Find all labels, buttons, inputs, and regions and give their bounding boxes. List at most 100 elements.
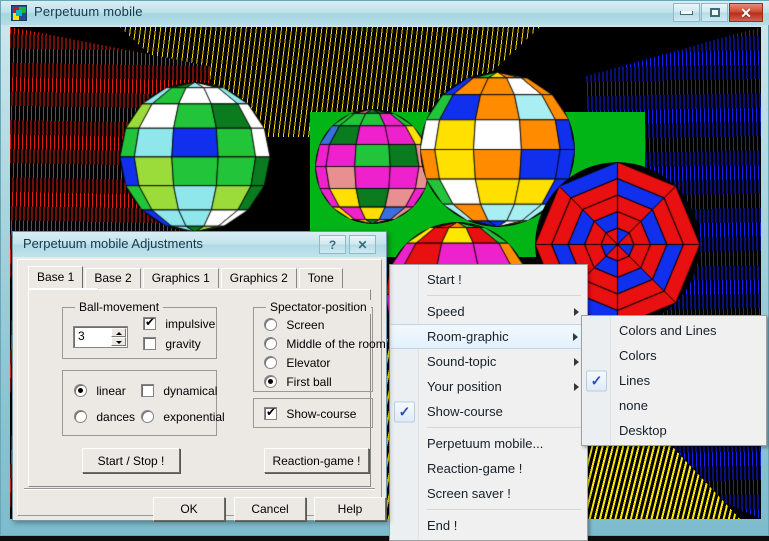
submenu-item-desktop[interactable]: Desktop [582,418,766,443]
menu-item-label: Reaction-game ! [427,461,523,476]
spinner-value: 3 [78,329,85,343]
maximize-button[interactable] [701,3,728,22]
tab-label: Tone [307,271,334,285]
spectator-option-screen[interactable]: Screen [264,318,324,332]
spinner-buttons[interactable] [111,328,126,346]
middle-of-the-room-radio[interactable] [264,337,277,350]
minimize-icon [680,10,693,15]
checkmark-icon: ✓ [586,370,607,391]
tab-page-base-1: Ball-movement 3 impulsive [28,289,386,487]
dialog-help-button[interactable]: ? [319,235,346,254]
screen-radio[interactable] [264,318,277,331]
menu-separator [427,427,581,428]
app-icon [11,5,27,21]
impulsive-checkbox-row[interactable]: impulsive [143,315,215,331]
submenu-item-lines[interactable]: ✓ Lines [582,368,766,393]
tab-label: Graphics 2 [229,271,288,285]
show-course-label: Show-course [286,407,357,421]
menu-item-reaction-game[interactable]: Reaction-game ! [390,456,587,481]
gravity-checkbox[interactable] [143,337,156,350]
spinner-up-button[interactable] [111,328,126,337]
tab-label: Graphics 1 [151,271,210,285]
spectator-option-middle-of-the-room[interactable]: Middle of the room [264,337,386,351]
dialog-title-bar: Perpetuum mobile Adjustments ? ✕ [13,232,386,257]
exponential-radio[interactable] [141,410,154,423]
question-mark-icon: ? [328,237,337,252]
first-ball-label: First ball [286,375,332,389]
chevron-right-icon [573,332,578,341]
submenu-item-colors-and-lines[interactable]: Colors and Lines [582,318,766,343]
linear-radio-row[interactable]: linear [74,384,126,398]
start-stop-button[interactable]: Start / Stop ! [82,448,180,473]
menu-item-label: End ! [427,518,458,533]
elevator-radio[interactable] [264,356,277,369]
menu-item-label: Room-graphic [427,329,509,344]
dialog-close-button[interactable]: ✕ [349,235,376,254]
main-context-menu[interactable]: Start ! Speed Room-graphic Sound-topic Y… [389,264,588,541]
menu-item-show-course[interactable]: ✓ Show-course [390,399,587,424]
reaction-game-label: Reaction-game ! [272,453,361,468]
dynamical-label: dynamical [163,384,218,398]
motion-mode-group: linear dynamical dances exponential [62,370,225,436]
spectator-option-first-ball[interactable]: First ball [264,375,332,389]
tab-graphics-2[interactable]: Graphics 2 [220,268,297,288]
linear-radio[interactable] [74,384,87,397]
spectator-option-elevator[interactable]: Elevator [264,356,330,370]
menu-item-your-position[interactable]: Your position [390,374,587,399]
submenu-item-colors[interactable]: Colors [582,343,766,368]
tab-tone[interactable]: Tone [298,268,343,288]
green-blue-ball [120,82,270,232]
menu-item-label: Perpetuum mobile... [427,436,544,451]
checkmark-icon: ✓ [394,401,415,422]
dialog-title: Perpetuum mobile Adjustments [23,236,203,251]
show-course-checkbox-row[interactable]: Show-course [264,405,357,421]
menu-item-room-graphic[interactable]: Room-graphic [391,324,586,349]
tab-base-2[interactable]: Base 2 [85,268,141,288]
dialog-body: Base 1 Base 2 Graphics 1 Graphics 2 Tone… [17,259,386,521]
ball-count-spinner[interactable]: 3 [73,326,128,348]
room-graphic-submenu[interactable]: Colors and Lines Colors ✓ Lines none Des… [581,315,767,446]
menu-item-start[interactable]: Start ! [390,267,587,292]
dances-radio-row[interactable]: dances [74,410,135,424]
spectator-position-title: Spectator-position [266,300,371,314]
first-ball-radio[interactable] [264,375,277,388]
menu-item-sound-topic[interactable]: Sound-topic [390,349,587,374]
impulsive-checkbox[interactable] [143,315,156,330]
window-title: Perpetuum mobile [34,4,143,19]
close-button[interactable]: ✕ [729,3,763,22]
reaction-game-button[interactable]: Reaction-game ! [264,448,369,473]
exponential-radio-row[interactable]: exponential [141,410,225,424]
show-course-group: Show-course [253,398,373,428]
gravity-checkbox-row[interactable]: gravity [143,337,201,351]
ok-button[interactable]: OK [153,497,225,521]
chevron-right-icon [574,307,579,316]
menu-item-end[interactable]: End ! [390,513,587,538]
gravity-label: gravity [165,337,201,351]
spinner-down-button[interactable] [111,337,126,346]
tab-base-1[interactable]: Base 1 [28,266,84,288]
menu-item-label: Sound-topic [427,354,497,369]
chevron-right-icon [574,357,579,366]
cancel-button[interactable]: Cancel [234,497,306,521]
show-course-checkbox[interactable] [264,405,277,420]
ball-movement-title: Ball-movement [75,300,164,314]
application-window: Perpetuum mobile ✕ Start ! Speed Room-gr… [0,0,769,541]
menu-item-screen-saver[interactable]: Screen saver ! [390,481,587,506]
ball-movement-group: Ball-movement 3 impulsive [62,300,217,359]
spectator-position-group: Spectator-position Screen Middle of the … [253,300,386,392]
tab-graphics-1[interactable]: Graphics 1 [142,268,219,288]
dynamical-checkbox[interactable] [141,384,154,397]
menu-item-label: Show-course [427,404,503,419]
menu-item-perpetuum-mobile[interactable]: Perpetuum mobile... [390,431,587,456]
tab-strip[interactable]: Base 1 Base 2 Graphics 1 Graphics 2 Tone… [28,266,381,308]
tab-label: Base 1 [37,270,75,284]
dynamical-checkbox-row[interactable]: dynamical [141,384,217,398]
dances-radio[interactable] [74,410,87,423]
exponential-label: exponential [163,410,225,424]
dialog-divider [24,488,375,490]
menu-item-label: Lines [619,373,651,388]
minimize-button[interactable] [673,3,700,22]
menu-item-speed[interactable]: Speed [390,299,587,324]
help-button[interactable]: Help [314,497,386,521]
submenu-item-none[interactable]: none [582,393,766,418]
